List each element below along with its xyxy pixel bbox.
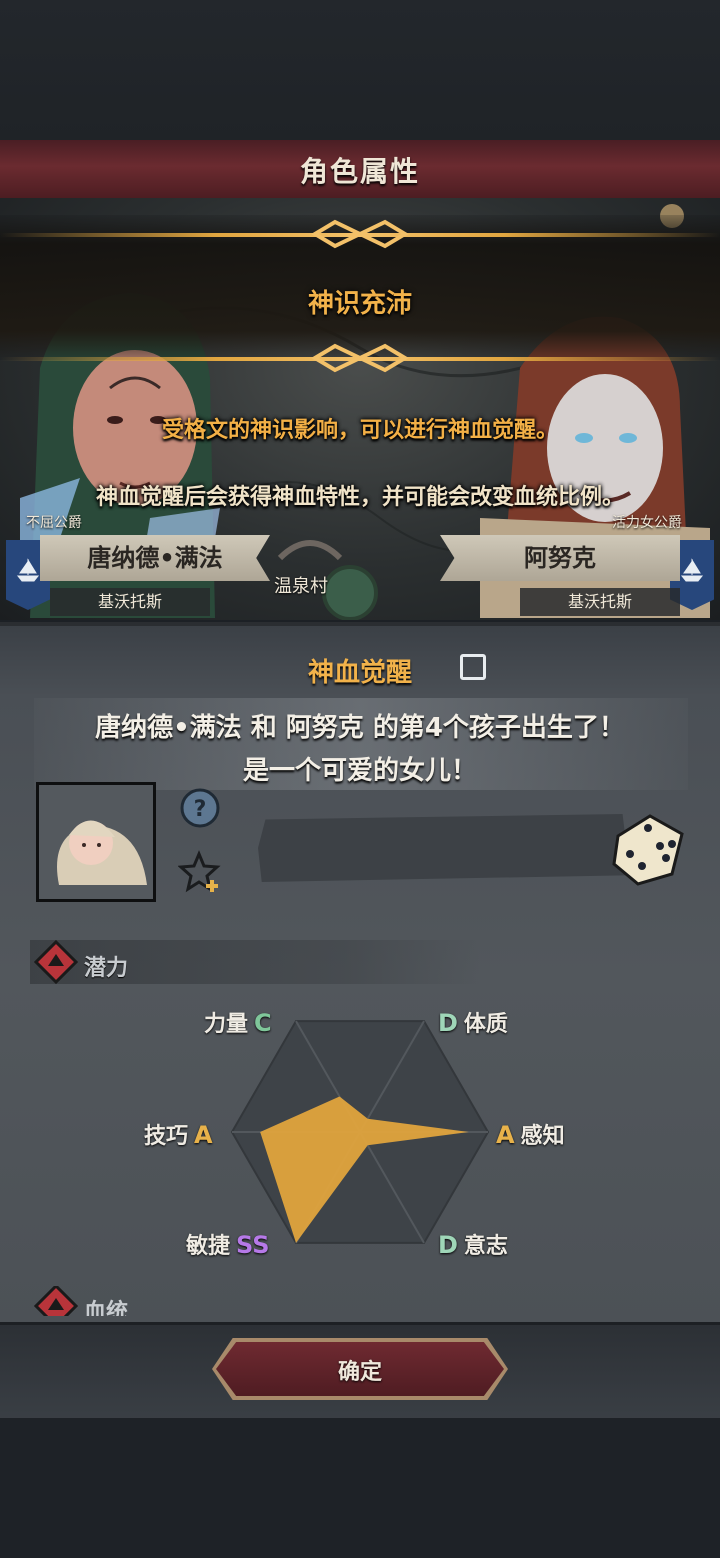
event-title: 神识充沛: [307, 289, 412, 319]
trait-slot: [258, 814, 630, 882]
confirm-button[interactable]: 确定: [216, 1342, 504, 1396]
potential-icon: [33, 939, 79, 985]
title-banner: 角色属性: [0, 140, 720, 200]
stat-technique: 技巧 A: [144, 1121, 213, 1149]
grade-strength: C: [254, 1009, 272, 1037]
left-character-name: 唐纳德•满法: [87, 544, 223, 572]
stat-willpower: D 意志: [438, 1231, 508, 1259]
right-character-name: 阿努克: [524, 544, 596, 572]
grade-agility: SS: [236, 1231, 270, 1259]
help-icon[interactable]: ?: [180, 788, 220, 828]
reroll-dice-icon[interactable]: [608, 808, 688, 888]
map-location-label: 温泉村: [274, 576, 328, 597]
potential-radar-chart: [230, 1020, 490, 1244]
confirm-button-label: 确定: [337, 1360, 382, 1385]
grade-technique: A: [194, 1121, 213, 1149]
baby-portrait: [36, 782, 156, 902]
right-character-title: 活力女公爵: [612, 515, 682, 531]
event-description-2: 神血觉醒后会获得神血特性，并可能会改变血统比例。: [95, 485, 624, 510]
page-title: 角色属性: [299, 155, 420, 188]
awakening-label: 神血觉醒: [307, 658, 412, 688]
bottom-background: [0, 1418, 720, 1558]
birth-message-line-1: 唐纳德•满法 和 阿努克 的第4个孩子出生了！: [95, 713, 625, 743]
ornament-knot-top-icon: [311, 219, 409, 249]
grade-perception: A: [496, 1121, 515, 1149]
stat-agility: 敏捷 SS: [186, 1231, 270, 1259]
lineage-icon: [34, 1286, 78, 1316]
grade-willpower: D: [438, 1231, 458, 1259]
potential-label: 潜力: [84, 956, 129, 981]
left-character-region: 基沃托斯: [50, 588, 210, 616]
left-character-nameplate[interactable]: 唐纳德•满法: [40, 535, 270, 581]
stat-perception: A 感知: [496, 1121, 565, 1149]
left-character-title: 不屈公爵: [26, 515, 82, 531]
ship-icon: [16, 558, 40, 582]
baby-icon: [39, 785, 153, 899]
right-character-region: 基沃托斯: [520, 588, 680, 616]
add-trait-star-icon[interactable]: [177, 850, 224, 896]
awakening-row: 神血觉醒: [0, 652, 720, 689]
ornament-knot-bottom-icon: [311, 343, 409, 373]
ship-icon: [680, 558, 704, 582]
top-background: [0, 0, 720, 140]
grade-constitution: D: [438, 1009, 458, 1037]
right-character-nameplate[interactable]: 阿努克: [440, 535, 680, 581]
stat-strength: 力量 C: [204, 1009, 272, 1037]
lineage-label: 血统: [84, 1300, 129, 1316]
event-description-1: 受格文的神识影响，可以进行神血觉醒。: [161, 418, 558, 443]
stat-constitution: D 体质: [438, 1009, 508, 1037]
awakening-checkbox[interactable]: [460, 654, 486, 680]
svg-text:?: ?: [194, 797, 207, 822]
lineage-header: 血统: [30, 1286, 480, 1316]
